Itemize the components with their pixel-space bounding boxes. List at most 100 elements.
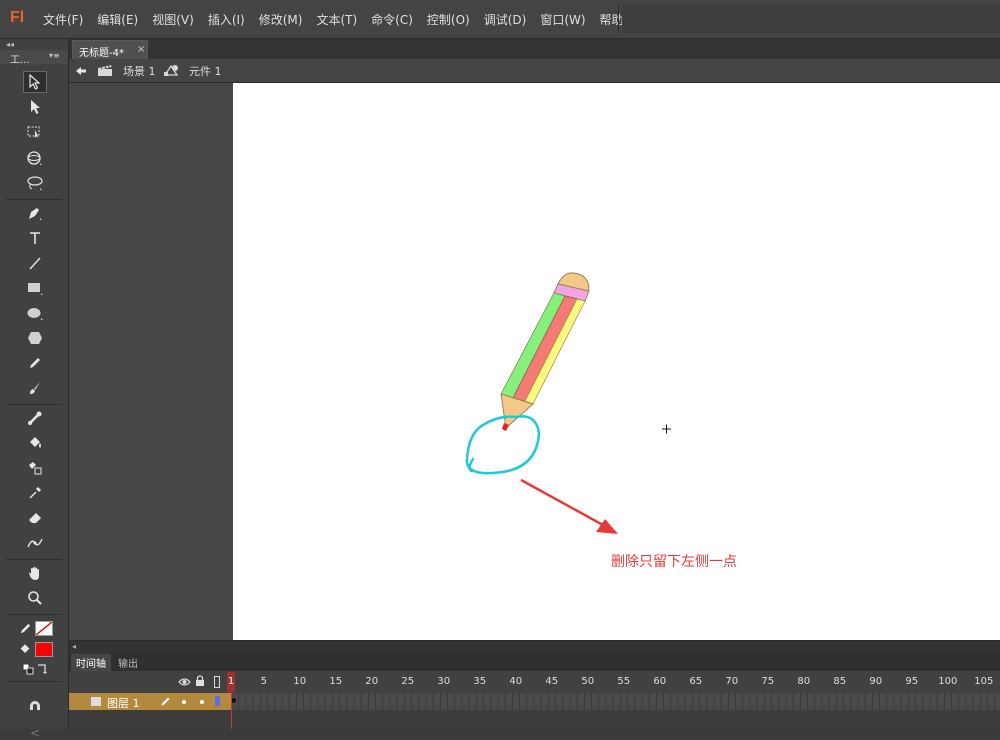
default-colors-icon[interactable]	[22, 663, 34, 678]
document-tab-label: 无标题-4*	[79, 48, 124, 59]
ruler-label: 25	[401, 676, 415, 687]
graphic-symbol-icon	[163, 63, 181, 80]
eyedropper-tool-icon[interactable]	[23, 482, 47, 504]
lock-dot[interactable]	[200, 700, 204, 704]
back-arrow-icon[interactable]	[73, 63, 89, 78]
scroll-left-icon[interactable]: ◂	[72, 642, 76, 651]
menu-divider	[618, 6, 619, 32]
panel-menu-icon[interactable]: ▾≡	[49, 51, 60, 60]
subselection-tool-icon[interactable]	[23, 96, 47, 118]
show-hide-all-icon[interactable]	[178, 676, 191, 690]
tools-panel: ◂◂ 工... ▾≡ <	[0, 39, 69, 740]
ruler-label: 30	[437, 676, 451, 687]
stroke-color-swatch[interactable]	[35, 621, 53, 636]
ruler-label: 55	[617, 676, 631, 687]
outline-all-icon[interactable]	[214, 676, 220, 688]
ruler-label: 80	[797, 676, 811, 687]
menu-control[interactable]: 控制(O)	[420, 11, 477, 28]
paint-bucket-tool-icon[interactable]	[23, 432, 47, 454]
selection-tool-icon[interactable]	[23, 71, 47, 93]
menu-file[interactable]: 文件(F)	[36, 11, 90, 28]
ruler-label: 95	[905, 676, 919, 687]
tab-timeline[interactable]: 时间轴	[71, 654, 111, 671]
pencil-edit-icon	[160, 696, 171, 710]
visibility-dot[interactable]	[182, 700, 186, 704]
tab-output[interactable]: 输出	[113, 654, 143, 671]
frame-ruler[interactable]: 5 10 15 20 25 30 35 40 45 50 55 60 65 70 75 80 85 90 95 100…	[231, 671, 1000, 693]
ruler-label: 20	[365, 676, 379, 687]
tools-divider	[6, 614, 62, 615]
timeline-header: 5 10 15 20 25 30 35 40 45 50 55 60 65 70 75 80 85 90 95 100…	[69, 671, 1000, 694]
edit-bar: 场景 1 元件 1	[69, 59, 1000, 83]
tools-divider	[6, 199, 62, 200]
breadcrumb-scene[interactable]: 场景 1	[123, 63, 156, 79]
zoom-tool-icon[interactable]	[23, 587, 47, 609]
ruler-label: 100	[938, 676, 958, 687]
pencil-drawing[interactable]	[500, 272, 590, 431]
breadcrumb-symbol[interactable]: 元件 1	[189, 63, 222, 79]
text-tool-icon[interactable]	[23, 227, 47, 249]
timeline-empty-area	[69, 710, 1000, 729]
document-tab-bar: 无标题-4* ×	[69, 39, 1000, 59]
registration-crosshair	[662, 424, 671, 434]
brush-tool-icon[interactable]	[23, 377, 47, 399]
menu-commands[interactable]: 命令(C)	[364, 11, 420, 28]
lasso-tool-icon[interactable]	[23, 172, 47, 194]
free-transform-tool-icon[interactable]	[23, 121, 47, 143]
cyan-circle-stroke[interactable]	[465, 415, 541, 475]
outline-color-box[interactable]	[215, 696, 220, 706]
layer-icon	[91, 697, 101, 706]
tools-panel-title: 工...	[10, 55, 30, 66]
tools-divider	[6, 404, 62, 405]
snap-to-objects-icon[interactable]	[28, 700, 42, 717]
layer-frames[interactable]	[231, 693, 1000, 710]
bone-tool-icon[interactable]	[23, 407, 47, 429]
menu-text[interactable]: 文本(T)	[309, 11, 364, 28]
smooth-option-icon[interactable]: <	[30, 726, 40, 740]
menu-window[interactable]: 窗口(W)	[533, 11, 592, 28]
3d-rotation-tool-icon[interactable]	[23, 147, 47, 169]
fill-color-icon	[18, 643, 32, 659]
annotation-arrow	[520, 478, 618, 534]
polystar-tool-icon[interactable]	[23, 327, 47, 349]
timeline-tab-bar: 时间轴 输出	[69, 654, 1000, 671]
tools-divider	[6, 681, 62, 682]
document-tab[interactable]: 无标题-4* ×	[72, 40, 148, 59]
oval-tool-icon[interactable]	[23, 302, 47, 324]
app-logo: Fl	[10, 9, 25, 26]
pencil-tool-icon[interactable]	[23, 352, 47, 374]
pen-tool-icon[interactable]	[23, 202, 47, 224]
menu-bar: Fl 文件(F) 编辑(E) 视图(V) 插入(I) 修改(M) 文本(T) 命…	[0, 0, 1000, 39]
width-tool-icon[interactable]	[23, 532, 47, 554]
collapse-panel-icon[interactable]: ◂◂	[6, 40, 14, 49]
swap-colors-icon[interactable]	[36, 663, 48, 678]
layer-row[interactable]: 图层 1	[69, 693, 231, 710]
menu-modify[interactable]: 修改(M)	[252, 11, 310, 28]
ruler-label: 105	[974, 676, 994, 687]
ruler-label: 65	[689, 676, 703, 687]
line-tool-icon[interactable]	[23, 252, 47, 274]
tools-divider	[6, 559, 62, 560]
ruler-label: 5	[260, 676, 267, 687]
ruler-label: 50	[581, 676, 595, 687]
ink-bottle-tool-icon[interactable]	[23, 457, 47, 479]
eraser-tool-icon[interactable]	[23, 507, 47, 529]
ruler-label: 75	[761, 676, 775, 687]
horizontal-scrollbar[interactable]: ◂	[69, 640, 1000, 654]
current-frame-number: 1	[227, 676, 235, 687]
ruler-label: 40	[509, 676, 523, 687]
lock-all-icon[interactable]	[195, 675, 205, 690]
menu-insert[interactable]: 插入(I)	[201, 11, 252, 28]
annotation-text: 删除只留下左侧一点	[611, 554, 737, 570]
stroke-color-icon	[19, 622, 32, 638]
workspace-switcher-area	[622, 4, 1000, 34]
ruler-label: 60	[653, 676, 667, 687]
menu-edit[interactable]: 编辑(E)	[90, 11, 145, 28]
close-icon[interactable]: ×	[137, 44, 145, 55]
fill-color-swatch[interactable]	[35, 642, 53, 657]
menu-view[interactable]: 视图(V)	[145, 11, 201, 28]
rectangle-tool-icon[interactable]	[23, 277, 47, 299]
layer-name[interactable]: 图层 1	[107, 695, 140, 711]
menu-debug[interactable]: 调试(D)	[477, 11, 534, 28]
hand-tool-icon[interactable]	[23, 562, 47, 584]
